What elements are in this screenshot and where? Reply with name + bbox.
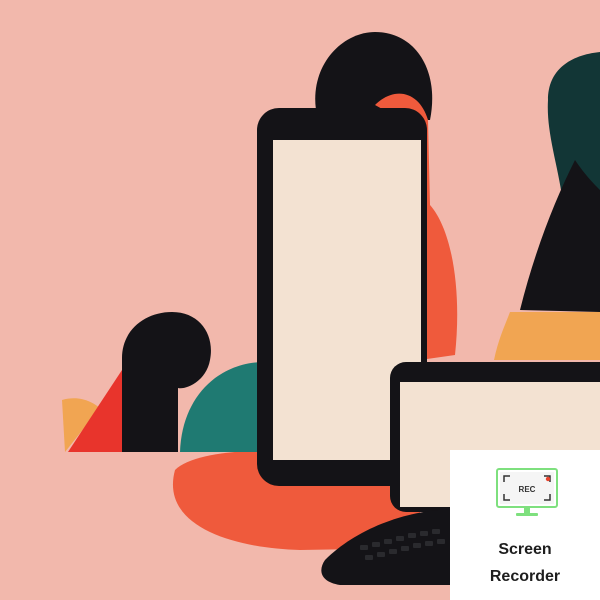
amber-band [494, 312, 600, 360]
recorder-label-line2: Recorder [489, 568, 561, 585]
recorder-label-line1: Screen [498, 541, 552, 558]
rec-monitor-icon: REC [496, 468, 558, 516]
screen-recorder-badge[interactable]: REC Screen Recorder [450, 450, 600, 600]
illustration-canvas: REC Screen Recorder [0, 0, 600, 600]
svg-text:REC: REC [519, 485, 536, 494]
